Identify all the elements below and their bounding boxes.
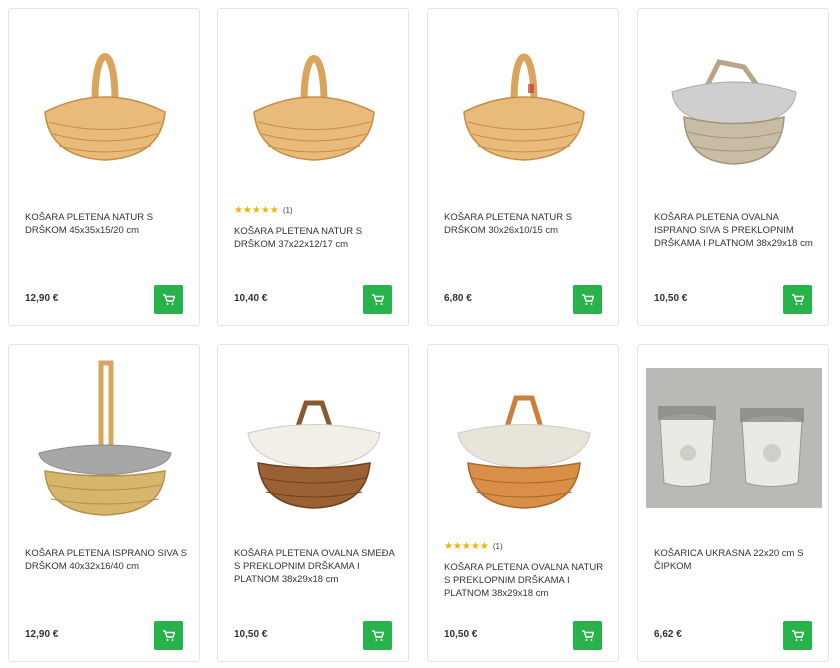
product-rating: ★★★★★ (1) <box>444 541 503 552</box>
product-title[interactable]: KOŠARA PLETENA NATUR S DRŠKOM 45x35x15/2… <box>25 211 189 237</box>
product-card[interactable]: KOŠARICA UKRASNA 22x20 cm S ČIPKOM 6,62 … <box>637 344 829 662</box>
product-grid: KOŠARA PLETENA NATUR S DRŠKOM 45x35x15/2… <box>0 0 840 668</box>
add-to-cart-button[interactable] <box>363 285 392 314</box>
shopping-cart-icon <box>371 293 384 305</box>
product-price: 12,90 € <box>25 629 59 640</box>
product-title[interactable]: KOŠARA PLETENA ISPRANO SIVA S DRŠKOM 40x… <box>25 547 189 573</box>
product-price: 10,50 € <box>654 293 688 304</box>
product-price: 6,80 € <box>444 293 472 304</box>
shopping-cart-icon <box>162 629 175 641</box>
product-card[interactable]: ★★★★★ (1) KOŠARA PLETENA NATUR S DRŠKOM … <box>217 8 409 326</box>
product-image[interactable] <box>226 353 402 523</box>
add-to-cart-button[interactable] <box>573 621 602 650</box>
add-to-cart-button[interactable] <box>154 285 183 314</box>
product-price: 10,50 € <box>444 629 478 640</box>
product-image[interactable] <box>436 17 612 187</box>
add-to-cart-button[interactable] <box>154 621 183 650</box>
product-card[interactable]: ★★★★★ (1) KOŠARA PLETENA OVALNA NATUR S … <box>427 344 619 662</box>
add-to-cart-button[interactable] <box>783 621 812 650</box>
rating-count: (1) <box>492 542 503 551</box>
product-title[interactable]: KOŠARA PLETENA OVALNA NATUR S PREKLOPNIM… <box>444 561 608 600</box>
shopping-cart-icon <box>371 629 384 641</box>
product-price: 10,40 € <box>234 293 268 304</box>
product-image[interactable] <box>17 17 193 187</box>
add-to-cart-button[interactable] <box>783 285 812 314</box>
product-image[interactable] <box>17 353 193 523</box>
shopping-cart-icon <box>791 293 804 305</box>
product-image[interactable] <box>646 17 822 187</box>
rating-stars: ★★★★★ <box>234 205 279 216</box>
rating-stars: ★★★★★ <box>444 541 489 552</box>
add-to-cart-button[interactable] <box>363 621 392 650</box>
product-card[interactable]: KOŠARA PLETENA ISPRANO SIVA S DRŠKOM 40x… <box>8 344 200 662</box>
shopping-cart-icon <box>581 629 594 641</box>
rating-count: (1) <box>282 206 293 215</box>
product-title[interactable]: KOŠARA PLETENA OVALNA ISPRANO SIVA S PRE… <box>654 211 818 250</box>
product-price: 10,50 € <box>234 629 268 640</box>
add-to-cart-button[interactable] <box>573 285 602 314</box>
product-card[interactable]: KOŠARA PLETENA NATUR S DRŠKOM 45x35x15/2… <box>8 8 200 326</box>
product-title[interactable]: KOŠARICA UKRASNA 22x20 cm S ČIPKOM <box>654 547 818 573</box>
product-title[interactable]: KOŠARA PLETENA NATUR S DRŠKOM 30x26x10/1… <box>444 211 608 237</box>
shopping-cart-icon <box>162 293 175 305</box>
product-card[interactable]: KOŠARA PLETENA OVALNA ISPRANO SIVA S PRE… <box>637 8 829 326</box>
product-card[interactable]: KOŠARA PLETENA NATUR S DRŠKOM 30x26x10/1… <box>427 8 619 326</box>
product-price: 6,62 € <box>654 629 682 640</box>
product-rating: ★★★★★ (1) <box>234 205 293 216</box>
product-image[interactable] <box>226 17 402 187</box>
product-image[interactable] <box>436 353 612 523</box>
shopping-cart-icon <box>581 293 594 305</box>
product-card[interactable]: KOŠARA PLETENA OVALNA SMEĐA S PREKLOPNIM… <box>217 344 409 662</box>
product-price: 12,90 € <box>25 293 59 304</box>
product-image[interactable] <box>646 353 822 523</box>
product-title[interactable]: KOŠARA PLETENA NATUR S DRŠKOM 37x22x12/1… <box>234 225 398 251</box>
shopping-cart-icon <box>791 629 804 641</box>
product-title[interactable]: KOŠARA PLETENA OVALNA SMEĐA S PREKLOPNIM… <box>234 547 398 586</box>
